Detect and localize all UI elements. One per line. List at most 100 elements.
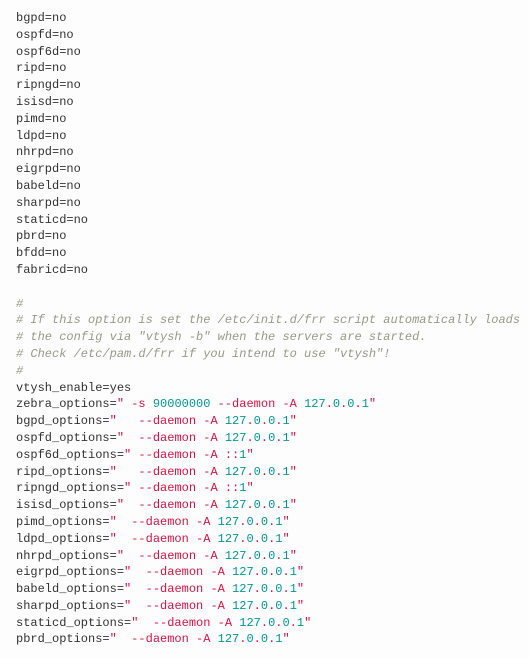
ip-octet: 127 [232, 582, 254, 596]
code-line: pbrd=no [16, 228, 513, 245]
string-literal: " [297, 565, 304, 579]
ip-octet: 127 [218, 515, 240, 529]
config-key: babeld=no [16, 179, 81, 193]
ip-octet: 0 [333, 397, 340, 411]
comment-text: # Check /etc/pam.d/frr if you intend to … [16, 347, 390, 361]
ip-octet: 0 [254, 549, 261, 563]
config-key: babeld_options= [16, 582, 124, 596]
config-key: ripngd_options= [16, 481, 124, 495]
string-literal: " --daemon -A [110, 515, 218, 529]
string-literal: " [369, 397, 376, 411]
code-line: staticd=no [16, 212, 513, 229]
config-key: nhrpd_options= [16, 549, 117, 563]
code-line: ospfd=no [16, 27, 513, 44]
ip-octet: 127 [218, 532, 240, 546]
config-key: isisd_options= [16, 498, 117, 512]
string-literal: " [290, 414, 297, 428]
code-line: pbrd_options=" --daemon -A 127.0.0.1" [16, 631, 513, 648]
ip-octet: 0 [347, 397, 354, 411]
code-line: babeld_options=" --daemon -A 127.0.0.1" [16, 581, 513, 598]
ip-octet: 1 [290, 565, 297, 579]
code-line: nhrpd_options=" --daemon -A 127.0.0.1" [16, 548, 513, 565]
ip-octet: 127 [232, 599, 254, 613]
config-key: eigrpd=no [16, 162, 81, 176]
ip-octet: 0 [261, 599, 268, 613]
ip-octet: 1 [282, 465, 289, 479]
string-literal: " [282, 515, 289, 529]
config-key: pimd_options= [16, 515, 110, 529]
config-key: ripd=no [16, 61, 66, 75]
config-key: ospfd=no [16, 28, 74, 42]
ip-octet: 127 [218, 632, 240, 646]
config-key: pbrd=no [16, 229, 66, 243]
ip-octet: 127 [232, 565, 254, 579]
config-key: ospf6d=no [16, 45, 81, 59]
config-key: zebra_options= [16, 397, 117, 411]
ip-octet: 127 [225, 414, 247, 428]
ip-octet: 0 [261, 515, 268, 529]
ip-octet: 0 [254, 498, 261, 512]
string-literal: " [290, 498, 297, 512]
code-line: fabricd=no [16, 262, 513, 279]
ip-octet: 1 [362, 397, 369, 411]
code-line: bgpd=no [16, 10, 513, 27]
comment-text: # If this option is set the /etc/init.d/… [16, 313, 520, 327]
ip-octet: 0 [261, 582, 268, 596]
config-key: ospfd_options= [16, 431, 117, 445]
config-key: fabricd=no [16, 263, 88, 277]
string-literal: " --daemon -A [110, 465, 225, 479]
code-line: ripd_options=" --daemon -A 127.0.0.1" [16, 464, 513, 481]
code-line: eigrpd=no [16, 161, 513, 178]
ip-octet: 0 [261, 632, 268, 646]
ip-octet: 0 [261, 532, 268, 546]
code-line: ripngd=no [16, 77, 513, 94]
string-literal: " [282, 632, 289, 646]
string-literal: " [246, 481, 253, 495]
string-literal: " --daemon -A [110, 532, 218, 546]
code-line: isisd_options=" --daemon -A 127.0.0.1" [16, 497, 513, 514]
code-line: ospf6d_options=" --daemon -A ::1" [16, 447, 513, 464]
ip-octet: 0 [254, 431, 261, 445]
ip-octet: 0 [282, 616, 289, 630]
string-literal: " --daemon -A [110, 632, 218, 646]
ip-octet: 0 [254, 414, 261, 428]
string-literal: " --daemon -A :: [124, 481, 239, 495]
string-literal: " --daemon -A [124, 565, 232, 579]
ip-octet: 0 [246, 515, 253, 529]
ip-octet: 0 [246, 532, 253, 546]
code-line: bfdd=no [16, 245, 513, 262]
code-line: ripd=no [16, 60, 513, 77]
config-key: isisd=no [16, 95, 74, 109]
code-line: vtysh_enable=yes [16, 380, 513, 397]
code-line: # Check /etc/pam.d/frr if you intend to … [16, 346, 513, 363]
code-line [16, 279, 513, 296]
config-key: ldpd_options= [16, 532, 110, 546]
code-line: isisd=no [16, 94, 513, 111]
string-literal: " [304, 616, 311, 630]
code-line: sharpd_options=" --daemon -A 127.0.0.1" [16, 598, 513, 615]
config-key: pbrd_options= [16, 632, 110, 646]
string-literal: " --daemon -A [110, 414, 225, 428]
ip-octet: 127 [304, 397, 326, 411]
comment-text: # [16, 364, 23, 378]
numeric-literal: 90000000 [153, 397, 211, 411]
string-literal: " -s [117, 397, 153, 411]
config-key: ospf6d_options= [16, 448, 124, 462]
config-key: staticd=no [16, 213, 88, 227]
code-line: ospfd_options=" --daemon -A 127.0.0.1" [16, 430, 513, 447]
code-line: babeld=no [16, 178, 513, 195]
ip-octet: 1 [282, 498, 289, 512]
config-key: eigrpd_options= [16, 565, 124, 579]
config-key: bgpd_options= [16, 414, 110, 428]
code-line: staticd_options=" --daemon -A 127.0.0.1" [16, 615, 513, 632]
ip-octet: 0 [261, 565, 268, 579]
ip-octet: 0 [254, 465, 261, 479]
string-literal: " --daemon -A :: [124, 448, 239, 462]
comment-text: # [16, 297, 23, 311]
code-line: pimd_options=" --daemon -A 127.0.0.1" [16, 514, 513, 531]
code-line: nhrpd=no [16, 144, 513, 161]
code-line: # [16, 296, 513, 313]
code-line: ldpd=no [16, 128, 513, 145]
ip-octet: 1 [282, 549, 289, 563]
config-key: staticd_options= [16, 616, 131, 630]
